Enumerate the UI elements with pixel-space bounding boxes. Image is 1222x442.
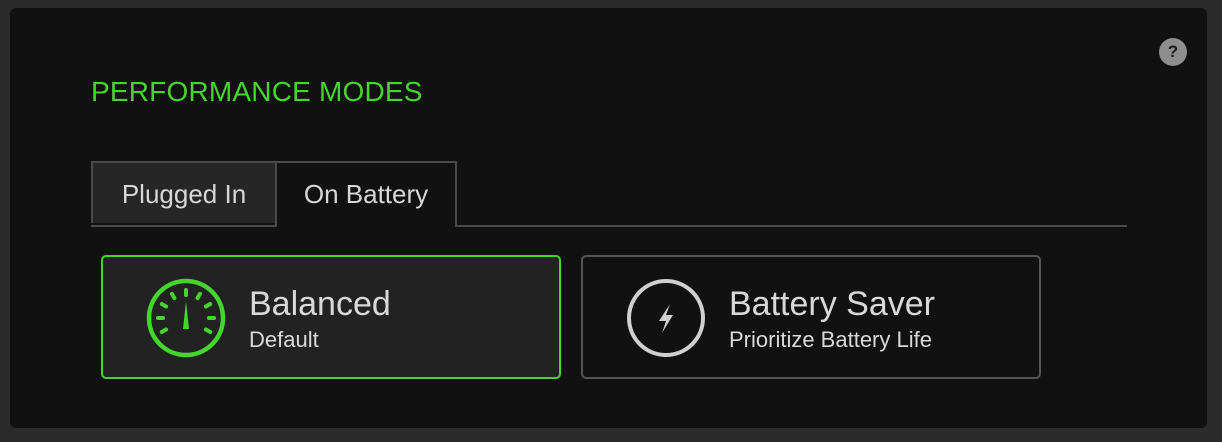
section-title: PERFORMANCE MODES (91, 76, 423, 107)
lightning-icon (627, 279, 705, 357)
tab-plugged-in[interactable]: Plugged In (91, 161, 275, 223)
mode-card-balanced[interactable]: Balanced Default (101, 255, 561, 379)
performance-modes-panel: ? PERFORMANCE MODES Plugged In On Batter… (10, 8, 1207, 428)
help-icon[interactable]: ? (1159, 38, 1187, 66)
mode-card-battery-saver[interactable]: Battery Saver Prioritize Battery Life (581, 255, 1041, 379)
tab-on-battery[interactable]: On Battery (275, 161, 457, 227)
mode-name-balanced: Balanced (249, 285, 391, 323)
mode-description-balanced: Default (249, 327, 319, 352)
speedometer-icon (146, 278, 226, 358)
mode-description-battery-saver: Prioritize Battery Life (729, 327, 932, 352)
power-source-tabs: Plugged In On Battery (91, 161, 1127, 227)
mode-name-battery-saver: Battery Saver (729, 285, 935, 323)
